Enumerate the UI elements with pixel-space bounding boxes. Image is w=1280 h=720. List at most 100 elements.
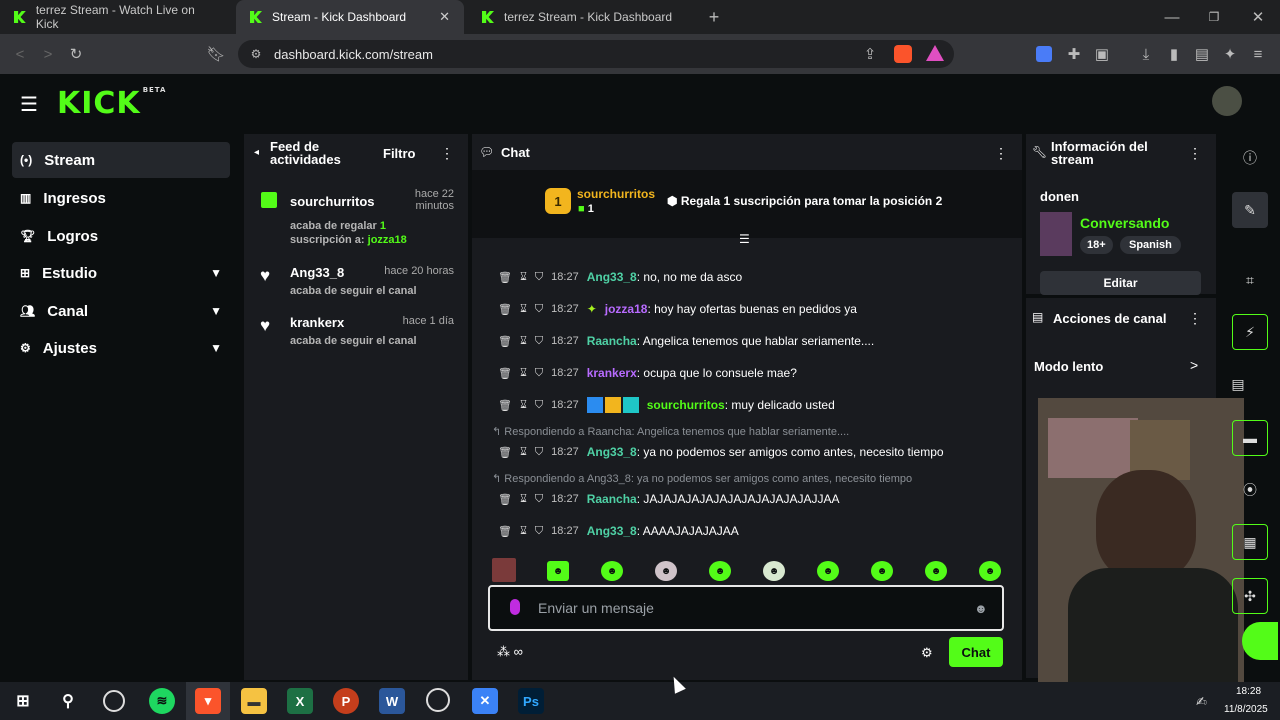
spotify-icon[interactable]: ≋ [149,688,175,714]
chat-message[interactable]: 🗑︎ ⌛︎ ⛉ 18:27 Raancha: Angelica tenemos qu… [498,331,874,351]
info-icon[interactable]: ⓘ [1232,140,1268,176]
sidebar-item-estudio[interactable]: ⊞ Estudio ▼ [12,255,230,291]
media-icon[interactable]: ▣ [1092,44,1112,64]
download-icon[interactable]: ⤓ [1136,44,1156,64]
back-icon[interactable]: < [10,44,30,64]
emote-icon[interactable]: ☻ [709,561,731,581]
bookmark-icon[interactable]: 🔖︎ [206,44,226,64]
send-chat-button[interactable]: Chat [949,637,1003,667]
reload-icon[interactable]: ↻ [66,44,86,64]
search-icon[interactable]: ⚲ [55,688,81,714]
reply-context[interactable]: ↰ Respondiendo a Ang33_8: ya no podemos … [492,472,912,485]
delete-icon[interactable]: 🗑︎ [498,446,512,459]
edit-icon[interactable]: ✎ [1232,192,1268,228]
more-options-icon[interactable]: ⋮ [994,145,1008,162]
reply-context[interactable]: ↰ Respondiendo a Raancha: Angelica tenem… [492,425,849,438]
fab-button[interactable] [1242,622,1278,660]
browser-tab[interactable]: terrez Stream - Watch Live on Kick [0,0,232,34]
ban-icon[interactable]: ⛉ [535,271,543,284]
delete-icon[interactable]: 🗑︎ [498,525,512,538]
brave-shields-icon[interactable] [894,45,912,63]
emote-icon[interactable]: ☻ [817,561,839,581]
excel-icon[interactable]: X [287,688,313,714]
emote-icon[interactable]: ☻ [763,561,785,581]
feed-user[interactable]: Ang33_8 [290,265,344,280]
emote-icon[interactable]: ☻ [925,561,947,581]
chat-message-input[interactable]: Enviar un mensaje ☻ [488,585,1004,631]
wallet-icon[interactable]: ▤ [1192,44,1212,64]
chat-message[interactable]: 🗑︎ ⌛︎ ⛉ 18:27 Raancha: JAJAJAJAJAJAJAJAJAJ… [498,489,839,509]
filter-button[interactable]: Filtro [383,146,416,161]
chat-message[interactable]: 🗑︎ ⌛︎ ⛉ 18:27 Ang33_8: AAAAJAJAJAJAA [498,521,739,541]
emote-icon[interactable]: ☻ [601,561,623,581]
ban-icon[interactable]: ⛉ [535,303,543,316]
ban-icon[interactable]: ⛉ [535,525,543,538]
chat-message[interactable]: 🗑︎ ⌛︎ ⛉ 18:27 Ang33_8: no, no me da asco [498,267,742,287]
more-options-icon[interactable]: ⋮ [440,145,454,162]
timeout-icon[interactable]: ⌛︎ [520,525,527,538]
timeout-icon[interactable]: ⌛︎ [520,367,527,380]
photoshop-icon[interactable]: Ps [518,688,544,714]
delete-icon[interactable]: 🗑︎ [498,303,512,316]
points-icon[interactable]: ⁂ ∞ [497,644,523,660]
edit-button[interactable]: Editar [1040,271,1201,295]
word-icon[interactable]: W [379,688,405,714]
sidebar-item-logros[interactable]: 🏆︎ Logros [12,218,230,254]
brave-browser-icon[interactable]: ▾ [195,688,221,714]
ban-icon[interactable]: ⛉ [535,493,543,506]
file-explorer-icon[interactable]: ▬ [241,688,267,714]
delete-icon[interactable]: 🗑︎ [498,367,512,380]
slow-mode-label[interactable]: Modo lento [1034,359,1103,374]
site-info-icon[interactable]: ⚙ [246,44,266,64]
maximize-icon[interactable]: ❐ [1204,7,1224,27]
chat-message[interactable]: 🗑︎ ⌛︎ ⛉ 18:27 ✦ jozza18: hoy hay ofertas b… [498,299,857,319]
timeout-icon[interactable]: ⌛︎ [520,335,527,348]
close-tab-icon[interactable]: ✕ [439,9,450,25]
document-icon[interactable]: ▤ [1231,366,1244,402]
chat-message[interactable]: 🗑︎ ⌛︎ ⛉ 18:27 krankerx: ocupa que lo consu… [498,363,797,383]
clock-date[interactable]: 11/8/2025 [1224,704,1268,715]
obs-icon[interactable] [103,690,125,712]
timeout-icon[interactable]: ⌛︎ [520,303,527,316]
window-close-icon[interactable]: ✕ [1248,7,1268,27]
ban-icon[interactable]: ⛉ [535,335,543,348]
clock-time[interactable]: 18:28 [1236,686,1261,697]
address-bar[interactable]: ⚙ dashboard.kick.com/stream ⇪ [238,40,954,68]
panel-icon[interactable]: ▦ [1232,524,1268,560]
chat-message[interactable]: 🗑︎ ⌛︎ ⛉ 18:27 Ang33_8: ya no podemos ser a… [498,442,944,462]
capcut-icon[interactable]: ✕ [472,688,498,714]
more-options-icon[interactable]: ⋮ [1188,310,1202,327]
browser-tab[interactable]: terrez Stream - Kick Dashboard [468,0,696,34]
leo-ai-icon[interactable]: ✦ [1220,44,1240,64]
browser-tab-active[interactable]: Stream - Kick Dashboard ✕ [236,0,464,34]
chevron-right-icon[interactable]: > [1190,357,1198,373]
sidebar-toggle-icon[interactable]: ▮ [1164,44,1184,64]
wrench-rail-icon[interactable]: ✣ [1232,578,1268,614]
leader-user[interactable]: sourchurritos [577,187,655,201]
ban-icon[interactable]: ⛉ [535,446,543,459]
emote-icon[interactable]: ☻ [655,561,677,581]
leader-prompt[interactable]: ⬢ Regala 1 suscripción para tomar la pos… [667,194,942,208]
sidebar-item-ajustes[interactable]: ⚙ Ajustes ▼ [12,330,230,366]
sidebar-item-ingresos[interactable]: ▥ Ingresos [12,180,230,216]
timeout-icon[interactable]: ⌛︎ [520,493,527,506]
extensions-icon[interactable]: ✚ [1064,44,1084,64]
avatar[interactable] [1212,86,1242,116]
delete-icon[interactable]: 🗑︎ [498,493,512,506]
windows-start-icon[interactable]: ⊞ [10,688,36,714]
collapse-icon[interactable]: ◂ [254,147,259,158]
scroll-indicator-icon[interactable]: ☰ [739,232,750,246]
chat-icon[interactable]: ▬ [1232,420,1268,456]
delete-icon[interactable]: 🗑︎ [498,335,512,348]
microphone-icon[interactable] [510,599,520,615]
new-tab-icon[interactable]: + [704,7,724,27]
timeout-icon[interactable]: ⌛︎ [520,399,527,412]
sidebar-item-canal[interactable]: 👥︎ Canal ▼ [12,293,230,329]
timeout-icon[interactable]: ⌛︎ [520,271,527,284]
category-link[interactable]: Conversando [1080,215,1169,231]
feed-user[interactable]: sourchurritos [290,194,375,209]
sidebar-item-stream[interactable]: (•) Stream [12,142,230,178]
chat-message[interactable]: 🗑︎ ⌛︎ ⛉ 18:27 sourchurritos: muy delicado … [498,395,835,415]
brave-rewards-icon[interactable] [926,45,944,61]
pen-icon[interactable]: ✍︎ [1196,694,1207,710]
